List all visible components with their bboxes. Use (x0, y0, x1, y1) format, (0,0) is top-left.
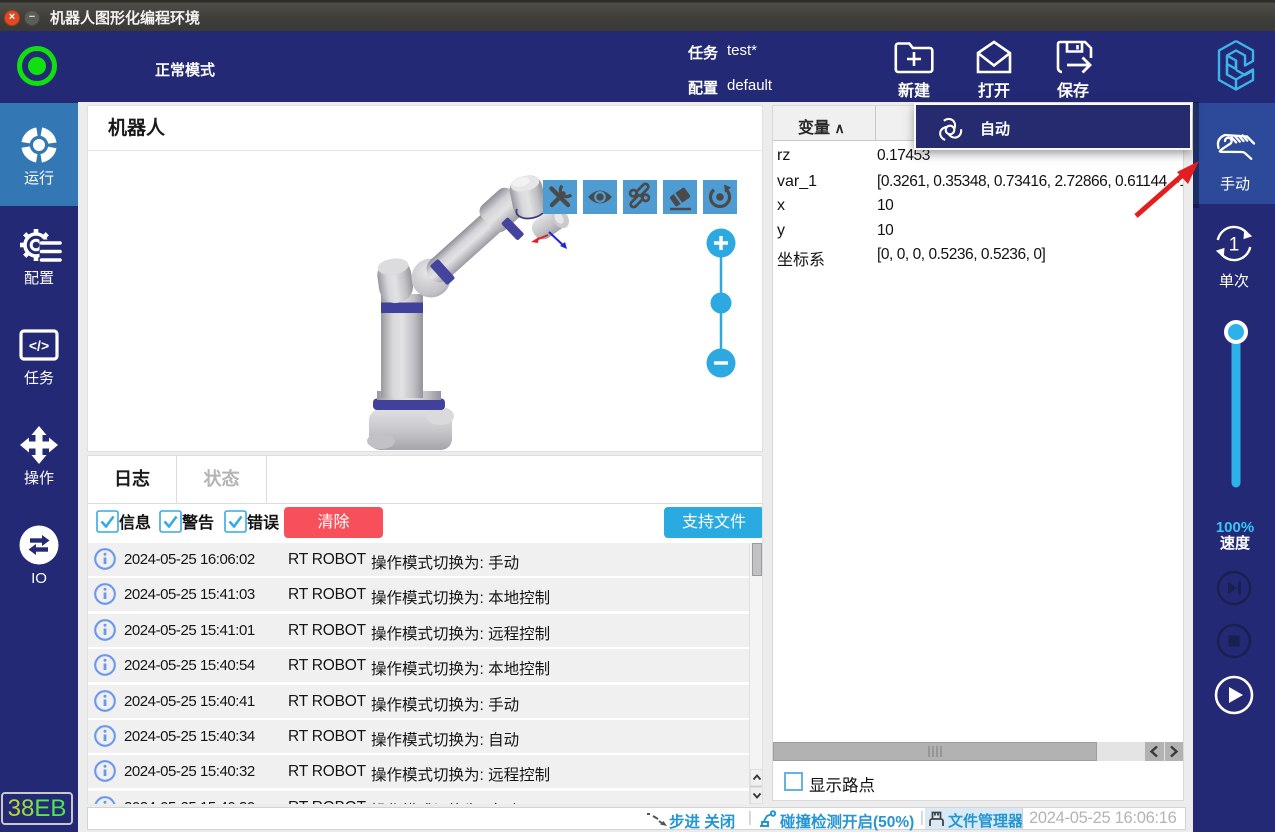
svg-text:任务: 任务 (24, 370, 54, 387)
svg-text:手动: 手动 (1220, 176, 1250, 193)
svg-text:操作: 操作 (24, 470, 54, 487)
svg-text:单次: 单次 (1219, 273, 1249, 290)
svg-text:速度: 速度 (1220, 534, 1251, 552)
svg-text:IO: IO (31, 570, 47, 587)
svg-text:信息: 信息 (119, 513, 151, 532)
svg-text:新建: 新建 (898, 81, 930, 99)
svg-text:</>: </> (29, 338, 49, 354)
svg-text:错误: 错误 (247, 513, 280, 532)
svg-text:保存: 保存 (1056, 81, 1089, 99)
svg-text:警告: 警告 (181, 513, 214, 532)
svg-text:1: 1 (1229, 235, 1240, 256)
svg-text:运行: 运行 (24, 170, 54, 187)
svg-text:100%: 100% (1216, 519, 1254, 536)
svg-text:配置: 配置 (24, 270, 54, 287)
svg-text:打开: 打开 (978, 81, 1010, 99)
